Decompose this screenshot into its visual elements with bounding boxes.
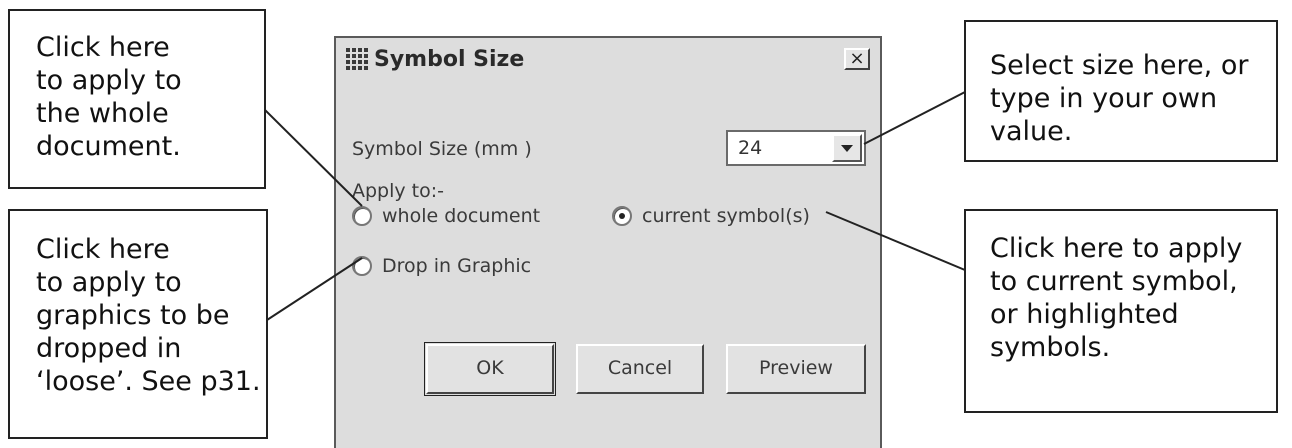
radio-button[interactable] <box>352 206 372 226</box>
ok-button[interactable]: OK <box>424 342 556 396</box>
radio-label: current symbol(s) <box>642 205 810 227</box>
radio-current-symbols[interactable]: current symbol(s) <box>612 202 810 230</box>
radio-label: whole document <box>382 205 541 227</box>
cancel-button[interactable]: Cancel <box>576 344 704 394</box>
chevron-down-icon[interactable] <box>832 134 862 162</box>
callout-line: type in your own <box>990 83 1218 114</box>
symbol-size-dialog: Symbol Size × Symbol Size (mm ) 24 Apply… <box>334 36 882 448</box>
callout-line: Click here to apply <box>990 233 1243 264</box>
callout-line: to apply to <box>36 267 182 298</box>
callout-line: Click here <box>36 234 170 265</box>
callout-line: or highlighted <box>990 299 1179 330</box>
radio-whole-document[interactable]: whole document <box>352 202 540 230</box>
callout-line: Select size here, or <box>990 50 1249 81</box>
dialog-title: Symbol Size <box>374 47 525 72</box>
callout-line: symbols. <box>990 332 1111 363</box>
radio-button[interactable] <box>612 206 632 226</box>
callout-line: document. <box>36 131 181 162</box>
callout-line: the whole <box>36 98 169 129</box>
radio-label: Drop in Graphic <box>382 255 532 277</box>
callout-drop-in-graphic: Click here to apply to graphics to be dr… <box>8 209 268 439</box>
radio-drop-in-graphic[interactable]: Drop in Graphic <box>352 252 531 280</box>
callout-line: ‘loose’. See p31. <box>36 366 261 397</box>
title-bar[interactable]: Symbol Size × <box>336 38 880 82</box>
callout-line: to current symbol, <box>990 266 1238 297</box>
callout-line: to apply to <box>36 65 182 96</box>
grid-icon <box>346 48 368 70</box>
symbol-size-value: 24 <box>738 137 763 159</box>
callout-line: graphics to be <box>36 300 230 331</box>
symbol-size-combobox[interactable]: 24 <box>726 130 866 166</box>
close-icon: × <box>849 48 865 69</box>
preview-button[interactable]: Preview <box>726 344 866 394</box>
callout-line: dropped in <box>36 333 182 364</box>
radio-button[interactable] <box>352 256 372 276</box>
callout-whole-document: Click here to apply to the whole documen… <box>8 9 266 189</box>
close-button[interactable]: × <box>844 48 870 70</box>
symbol-size-label: Symbol Size (mm ) <box>352 138 532 160</box>
callout-current-symbol: Click here to apply to current symbol, o… <box>964 209 1278 413</box>
callout-line: value. <box>990 116 1073 147</box>
apply-to-label: Apply to:- <box>352 180 445 202</box>
callout-size: Select size here, or type in your own va… <box>964 20 1278 162</box>
callout-line: Click here <box>36 32 170 63</box>
